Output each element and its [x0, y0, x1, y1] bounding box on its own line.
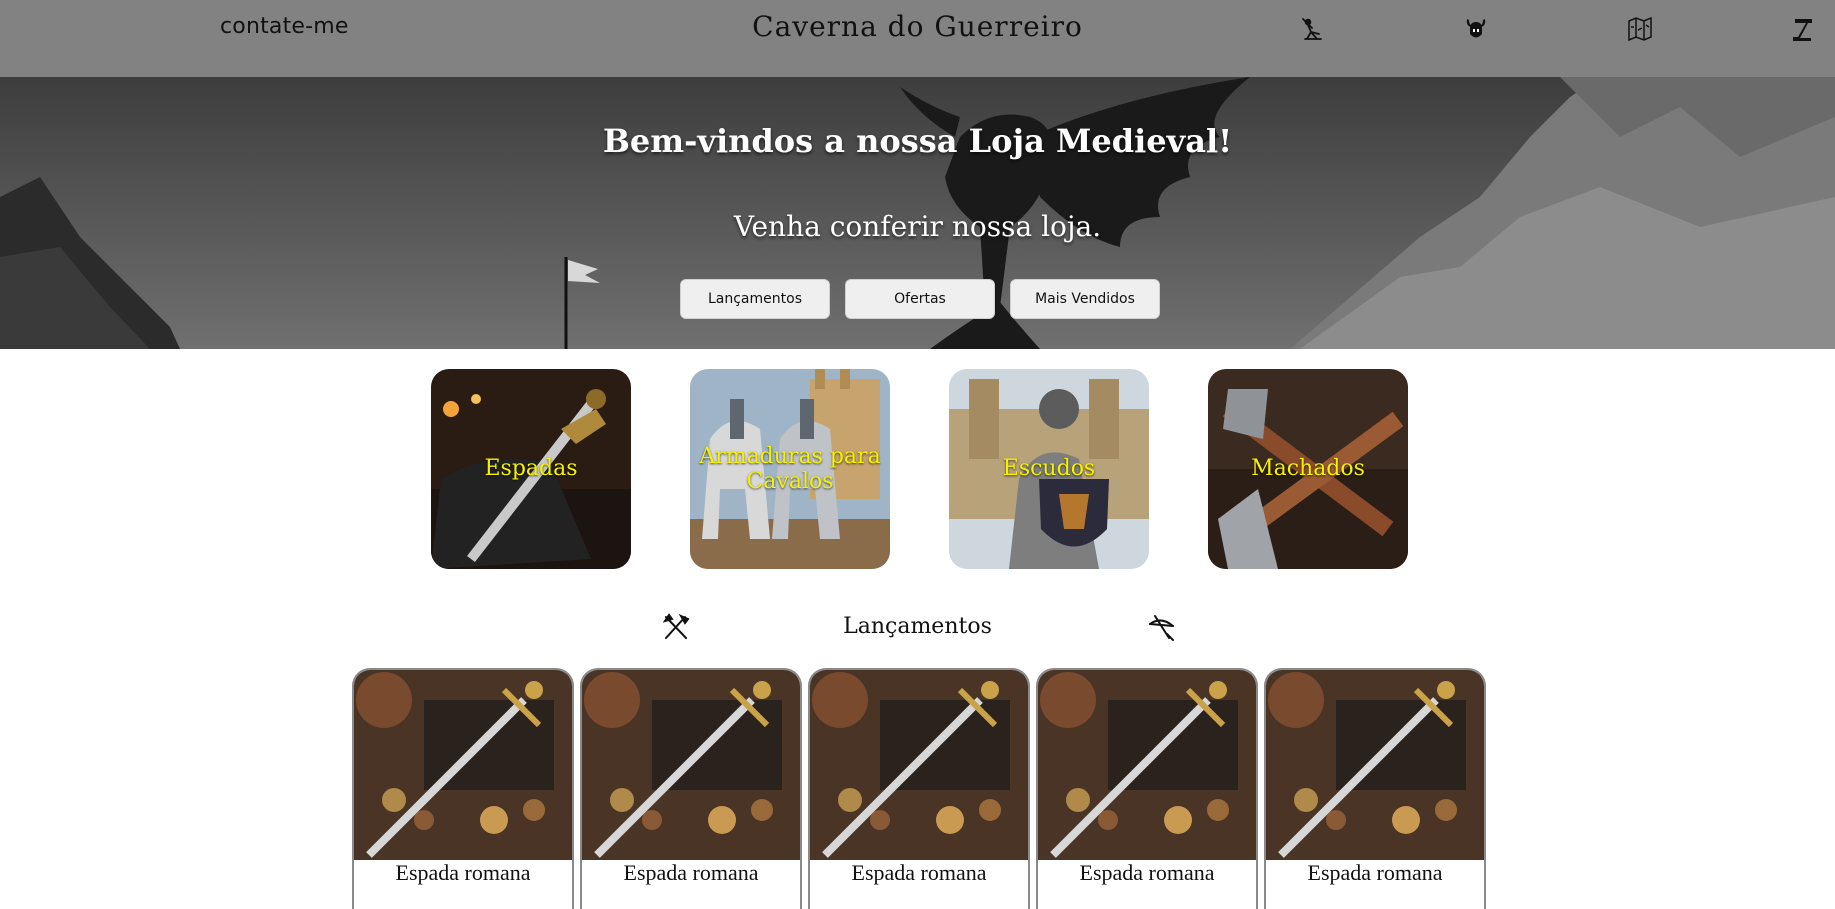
launches-section-heading: Lançamentos [0, 612, 1835, 646]
launches-button[interactable]: Lançamentos [680, 279, 830, 319]
product-image [354, 670, 572, 860]
product-name: Espada romana [1079, 860, 1215, 885]
category-axes[interactable]: Machados [1208, 369, 1408, 569]
category-label: Escudos [1002, 456, 1096, 482]
category-swords[interactable]: Espadas [431, 369, 631, 569]
category-horse-armor[interactable]: Armaduras para Cavalos [690, 369, 890, 569]
viking-helmet-icon[interactable] [1462, 15, 1490, 43]
crossbow-icon [1147, 612, 1177, 642]
scroll-icon[interactable] [1789, 15, 1817, 43]
best-sellers-button[interactable]: Mais Vendidos [1010, 279, 1160, 319]
product-card[interactable]: Espada romana [352, 668, 574, 909]
top-navbar: contate-me Caverna do Guerreiro [0, 0, 1835, 77]
product-list: Espada romana Espada romana Espada roman… [352, 668, 1486, 909]
product-name: Espada romana [623, 860, 759, 885]
product-image [1266, 670, 1484, 860]
section-title: Lançamentos [843, 614, 992, 639]
hero-subtitle: Venha conferir nossa loja. [733, 210, 1102, 243]
category-label: Espadas [484, 456, 578, 482]
category-label: Machados [1251, 456, 1365, 482]
product-card[interactable]: Espada romana [1264, 668, 1486, 909]
product-image [810, 670, 1028, 860]
contact-link[interactable]: contate-me [220, 14, 349, 39]
map-icon[interactable] [1626, 15, 1654, 43]
product-card[interactable]: Espada romana [808, 668, 1030, 909]
offers-button[interactable]: Ofertas [845, 279, 995, 319]
product-image [1038, 670, 1256, 860]
product-name: Espada romana [851, 860, 987, 885]
category-grid: Espadas Armaduras para Cavalos Escudos M… [431, 369, 1408, 569]
hero-title: Bem-vindos a nossa Loja Medieval! [602, 122, 1233, 160]
product-name: Espada romana [1307, 860, 1443, 885]
product-image [582, 670, 800, 860]
category-label: Armaduras para Cavalos [699, 443, 881, 494]
swordsman-icon[interactable] [1299, 15, 1327, 43]
product-card[interactable]: Espada romana [580, 668, 802, 909]
hero-banner: Bem-vindos a nossa Loja Medieval! Venha … [0, 77, 1835, 349]
product-card[interactable]: Espada romana [1036, 668, 1258, 909]
hero-button-group: Lançamentos Ofertas Mais Vendidos [680, 279, 1160, 319]
category-shields[interactable]: Escudos [949, 369, 1149, 569]
product-name: Espada romana [395, 860, 531, 885]
